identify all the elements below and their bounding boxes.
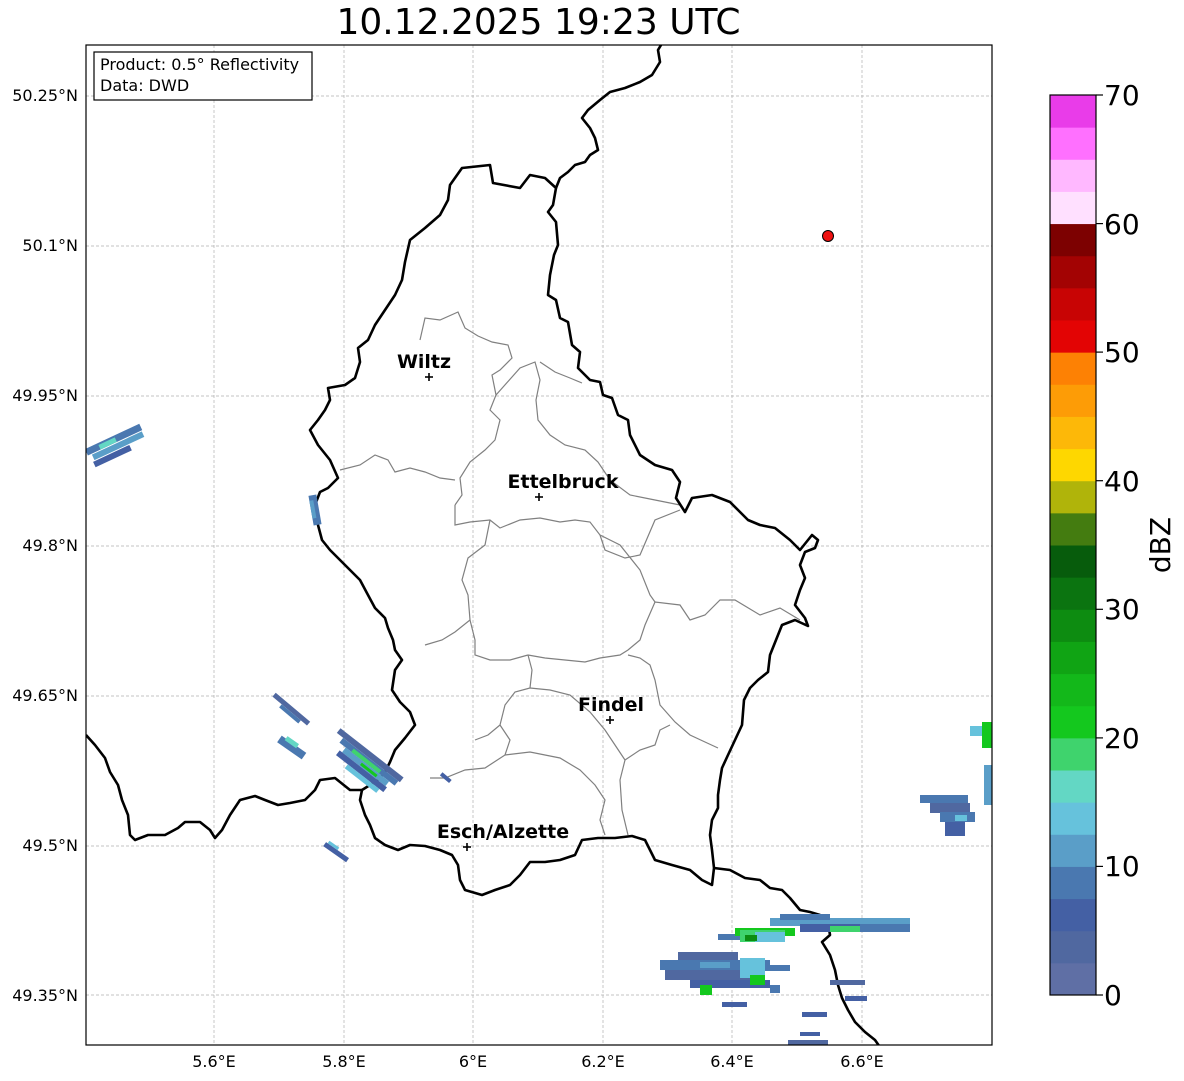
colorbar-segment (1050, 641, 1096, 675)
lat-label: 49.35°N (12, 986, 78, 1005)
esch-marker (463, 843, 471, 851)
canton-borders (339, 311, 801, 836)
colorbar-segments (1050, 95, 1096, 996)
map-frame (85, 44, 993, 1046)
colorbar-segment (1050, 512, 1096, 546)
colorbar-tick-label: 0 (1104, 979, 1122, 1012)
city-label-findel: Findel (578, 694, 644, 716)
info-product: Product: 0.5° Reflectivity (100, 55, 299, 74)
colorbar-segment (1050, 737, 1096, 771)
colorbar-segment (1050, 448, 1096, 482)
colorbar-segment (1050, 352, 1096, 385)
city-markers (425, 373, 614, 851)
city-label-wiltz: Wiltz (397, 351, 451, 373)
colorbar-tick-label: 30 (1104, 593, 1140, 626)
colorbar-tick-label: 50 (1104, 336, 1140, 369)
radar-map: Wiltz Ettelbruck Findel Esch/Alzette Pro… (12, 44, 1177, 1071)
lon-label: 6.4°E (710, 1052, 754, 1071)
latitude-labels: 50.25°N 50.1°N 49.95°N 49.8°N 49.65°N 49… (12, 86, 78, 1005)
longitude-labels: 5.6°E 5.8°E 6°E 6.2°E 6.4°E 6.6°E (192, 1052, 884, 1071)
colorbar-segment (1050, 320, 1096, 353)
lat-label: 49.5°N (22, 836, 78, 855)
colorbar-segment (1050, 609, 1096, 642)
info-data-source: Data: DWD (100, 76, 189, 95)
radar-site-marker (822, 230, 834, 242)
colorbar-segment (1050, 416, 1096, 450)
lon-label: 5.6°E (192, 1052, 236, 1071)
colorbar-ticks (1096, 94, 1103, 996)
colorbar-tick-label: 70 (1104, 79, 1140, 112)
findel-marker (606, 716, 614, 724)
colorbar-segment (1050, 95, 1096, 128)
lon-label: 6.6°E (840, 1052, 884, 1071)
colorbar-tick-label: 40 (1104, 465, 1140, 498)
colorbar-segment (1050, 127, 1096, 160)
lat-label: 49.65°N (12, 686, 78, 705)
colorbar-segment (1050, 866, 1096, 900)
colorbar-tick-label: 20 (1104, 722, 1140, 755)
colorbar-segment (1050, 223, 1096, 257)
colorbar-segment (1050, 898, 1096, 932)
colorbar-segment (1050, 802, 1096, 835)
colorbar-segment (1050, 673, 1096, 707)
gridlines (86, 45, 992, 1045)
wiltz-marker (425, 373, 433, 381)
colorbar-segment (1050, 962, 1096, 996)
lat-label: 50.1°N (22, 236, 78, 255)
ettelbruck-marker (535, 493, 543, 501)
colorbar: 0 10 20 30 40 50 60 70 dBZ (1049, 79, 1177, 1012)
country-borders (86, 45, 881, 1045)
colorbar-segment (1050, 577, 1096, 610)
lat-label: 49.95°N (12, 386, 78, 405)
radar-echoes (86, 423, 992, 1045)
city-label-ettelbruck: Ettelbruck (508, 471, 619, 493)
colorbar-segment (1050, 545, 1096, 578)
colorbar-segment (1050, 159, 1096, 192)
colorbar-segment (1050, 191, 1096, 225)
colorbar-segment (1050, 384, 1096, 417)
lon-label: 6°E (459, 1052, 487, 1071)
colorbar-tick-label: 60 (1104, 208, 1140, 241)
colorbar-unit-label: dBZ (1144, 517, 1177, 573)
lat-label: 49.8°N (22, 536, 78, 555)
city-label-esch: Esch/Alzette (437, 821, 569, 843)
colorbar-segment (1050, 287, 1096, 321)
colorbar-segment (1050, 480, 1096, 514)
colorbar-segment (1050, 834, 1096, 867)
colorbar-tick-label: 10 (1104, 850, 1140, 883)
colorbar-segment (1050, 705, 1096, 739)
colorbar-segment (1050, 930, 1096, 964)
lon-label: 6.2°E (581, 1052, 625, 1071)
lat-label: 50.25°N (12, 86, 78, 105)
colorbar-segment (1050, 770, 1096, 803)
colorbar-segment (1050, 255, 1096, 289)
lon-label: 5.8°E (322, 1052, 366, 1071)
info-box: Product: 0.5° Reflectivity Data: DWD (93, 51, 313, 101)
